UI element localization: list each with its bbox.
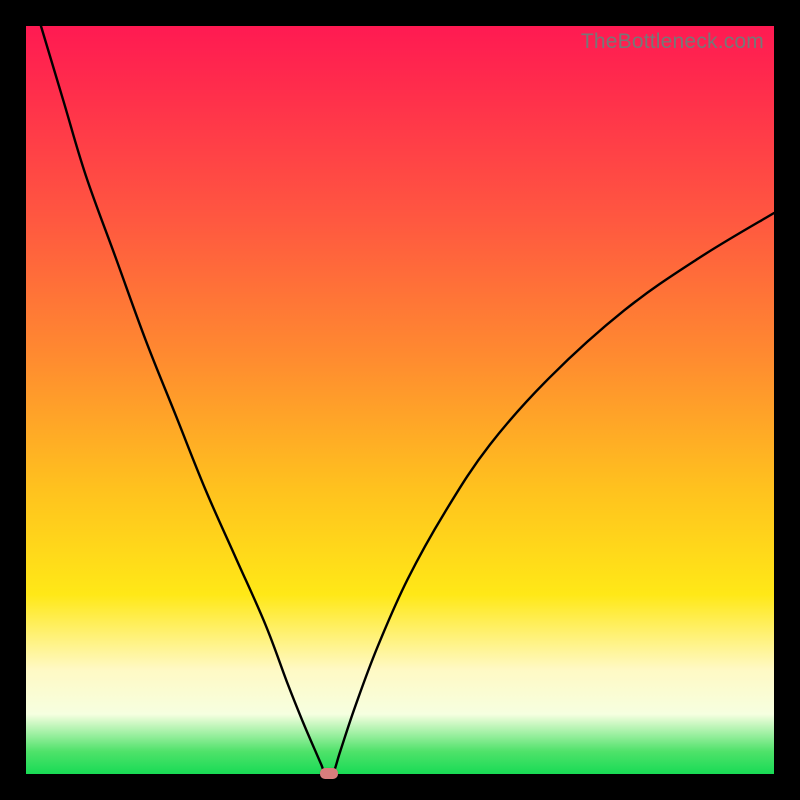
chart-frame: TheBottleneck.com — [0, 0, 800, 800]
bottleneck-curve — [26, 26, 774, 774]
plot-area: TheBottleneck.com — [26, 26, 774, 774]
minimum-marker — [320, 768, 338, 779]
